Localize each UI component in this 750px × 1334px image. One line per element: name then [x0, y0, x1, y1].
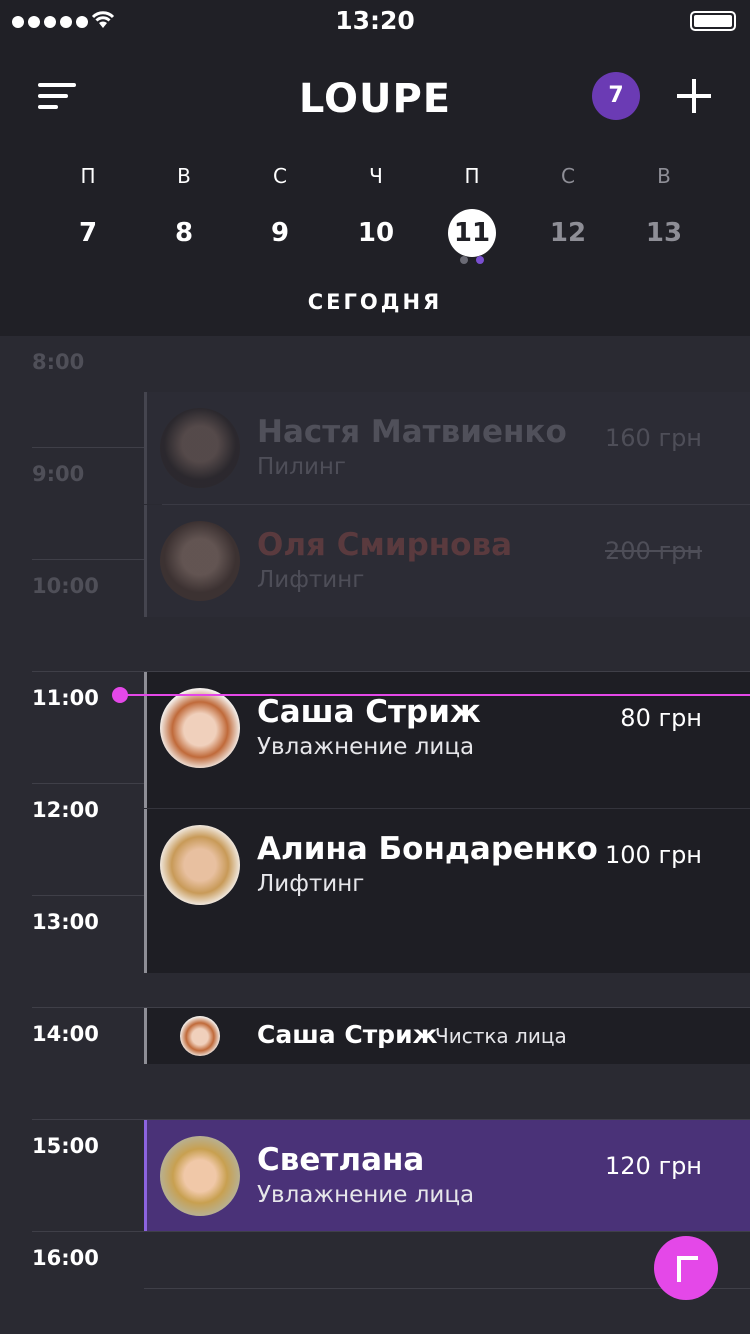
hour-divider — [32, 1231, 750, 1232]
hour-label: 8:00 — [32, 350, 85, 374]
plus-icon[interactable] — [677, 79, 711, 113]
day-letter: Ч — [369, 164, 383, 188]
corner-arrow-icon — [677, 1256, 698, 1282]
price: 100 грн — [605, 841, 702, 869]
day-number: 8 — [174, 218, 194, 248]
day-letter: С — [561, 164, 575, 188]
price: 80 грн — [620, 704, 702, 732]
client-avatar — [160, 1136, 240, 1216]
hour-label: 14:00 — [32, 1022, 99, 1046]
day-letter: С — [273, 164, 287, 188]
day-number: 9 — [270, 218, 290, 248]
client-name: Саша Стриж — [257, 694, 481, 730]
now-indicator-line — [120, 694, 750, 696]
app-header: 13:20 LOUPE 7 П 7 В 8 С 9 Ч 10 П 11 С 12 В 13 СЕГОДНЯ — [0, 0, 750, 336]
client-name: Оля Смирнова — [257, 527, 513, 563]
appointment-card[interactable]: Саша Стриж Чистка лица — [144, 1008, 750, 1064]
service-name: Увлажнение лица — [257, 1182, 475, 1208]
hour-label: 12:00 — [32, 798, 99, 822]
client-name: Светлана — [257, 1142, 425, 1178]
day-letter: П — [464, 164, 480, 188]
day-number: 12 — [549, 218, 587, 248]
day-letter: В — [657, 164, 671, 188]
service-name: Пилинг — [257, 454, 347, 480]
battery-icon — [690, 11, 736, 31]
day-letter: П — [80, 164, 96, 188]
day-10[interactable]: Ч 10 — [346, 161, 406, 257]
day-11[interactable]: П 11 — [442, 161, 502, 257]
price: 200 грн — [605, 537, 702, 565]
day-13[interactable]: В 13 — [634, 161, 694, 257]
day-number: 10 — [357, 218, 395, 248]
hour-label: 15:00 — [32, 1134, 99, 1158]
client-avatar — [160, 688, 240, 768]
day-9[interactable]: С9 — [250, 161, 310, 257]
appointment-card[interactable]: Светлана Увлажнение лица 120 грн — [144, 1120, 750, 1231]
event-dot — [476, 256, 484, 264]
client-name: Настя Матвиенко — [257, 414, 567, 450]
service-name: Лифтинг — [257, 871, 365, 897]
day-8[interactable]: В8 — [154, 161, 214, 257]
day-letter: В — [177, 164, 191, 188]
appointment-card[interactable]: Оля Смирнова Лифтинг 200 грн — [144, 505, 750, 617]
hour-label: 11:00 — [32, 686, 99, 710]
client-name: Алина Бондаренко — [257, 831, 598, 867]
notification-badge[interactable]: 7 — [592, 72, 640, 120]
status-time: 13:20 — [335, 6, 415, 35]
hour-label: 13:00 — [32, 910, 99, 934]
client-avatar — [160, 408, 240, 488]
client-avatar — [160, 521, 240, 601]
hour-label: 10:00 — [32, 574, 99, 598]
service-name: Чистка лица — [435, 1024, 567, 1048]
client-avatar — [180, 1016, 220, 1056]
fab-button[interactable] — [654, 1236, 718, 1300]
client-avatar — [160, 825, 240, 905]
appointment-card[interactable]: Алина Бондаренко Лифтинг 100 грн — [144, 809, 750, 973]
service-name: Лифтинг — [257, 567, 365, 593]
appointment-card[interactable]: Саша Стриж Увлажнение лица 80 грн — [144, 672, 750, 808]
service-name: Увлажнение лица — [257, 734, 475, 760]
appointment-card[interactable]: Настя Матвиенко Пилинг 160 грн — [144, 392, 750, 504]
day-number: 11 — [448, 209, 496, 257]
hour-label: 16:00 — [32, 1246, 99, 1270]
client-name: Саша Стриж — [257, 1020, 438, 1049]
event-dot — [460, 256, 468, 264]
day-12[interactable]: С 12 — [538, 161, 598, 257]
price: 160 грн — [605, 424, 702, 452]
day-number: 7 — [78, 218, 98, 248]
price: 120 грн — [605, 1152, 702, 1180]
today-button[interactable]: СЕГОДНЯ — [0, 290, 750, 314]
day-number: 13 — [645, 218, 683, 248]
day-7[interactable]: П7 — [58, 161, 118, 257]
hour-label: 9:00 — [32, 462, 85, 486]
